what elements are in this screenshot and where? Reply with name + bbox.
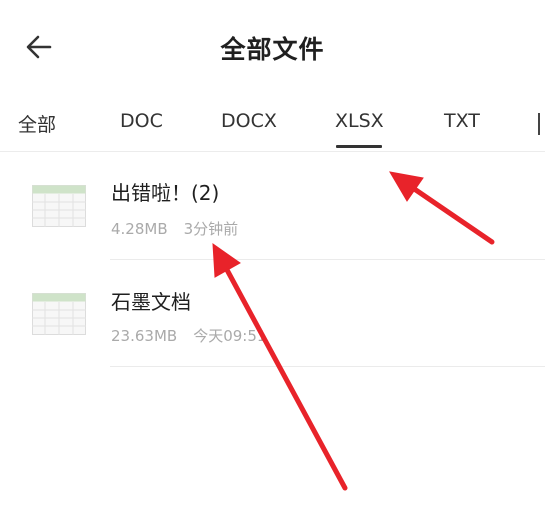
tab-docx[interactable]: DOCX: [221, 110, 277, 132]
file-meta: 4.28MB 3分钟前: [111, 218, 238, 239]
spreadsheet-icon: [32, 185, 86, 227]
file-size: 23.63MB: [111, 327, 178, 345]
spreadsheet-icon: [32, 293, 86, 335]
row-divider: [110, 366, 545, 367]
tab-overflow-indicator: [538, 113, 540, 135]
tab-all[interactable]: 全部: [18, 110, 56, 137]
file-name: 出错啦！(2): [111, 181, 220, 205]
file-name: 石墨文档: [111, 290, 191, 314]
file-time: 今天09:51: [193, 327, 267, 345]
row-divider: [110, 259, 545, 260]
file-size: 4.28MB: [111, 220, 168, 238]
file-row[interactable]: 石墨文档 23.63MB 今天09:51: [0, 262, 545, 367]
tab-txt[interactable]: TXT: [444, 110, 480, 132]
page-title: 全部文件: [220, 35, 325, 64]
tab-xlsx[interactable]: XLSX: [335, 110, 384, 132]
file-time: 3分钟前: [183, 220, 239, 238]
selected-tab-indicator: [336, 145, 382, 148]
tab-doc[interactable]: DOC: [120, 110, 163, 132]
header: 全部文件: [0, 0, 545, 95]
file-row[interactable]: 出错啦！(2) 4.28MB 3分钟前: [0, 155, 545, 260]
file-type-tabs: 全部 DOC DOCX XLSX TXT: [0, 95, 545, 152]
file-meta: 23.63MB 今天09:51: [111, 325, 266, 346]
